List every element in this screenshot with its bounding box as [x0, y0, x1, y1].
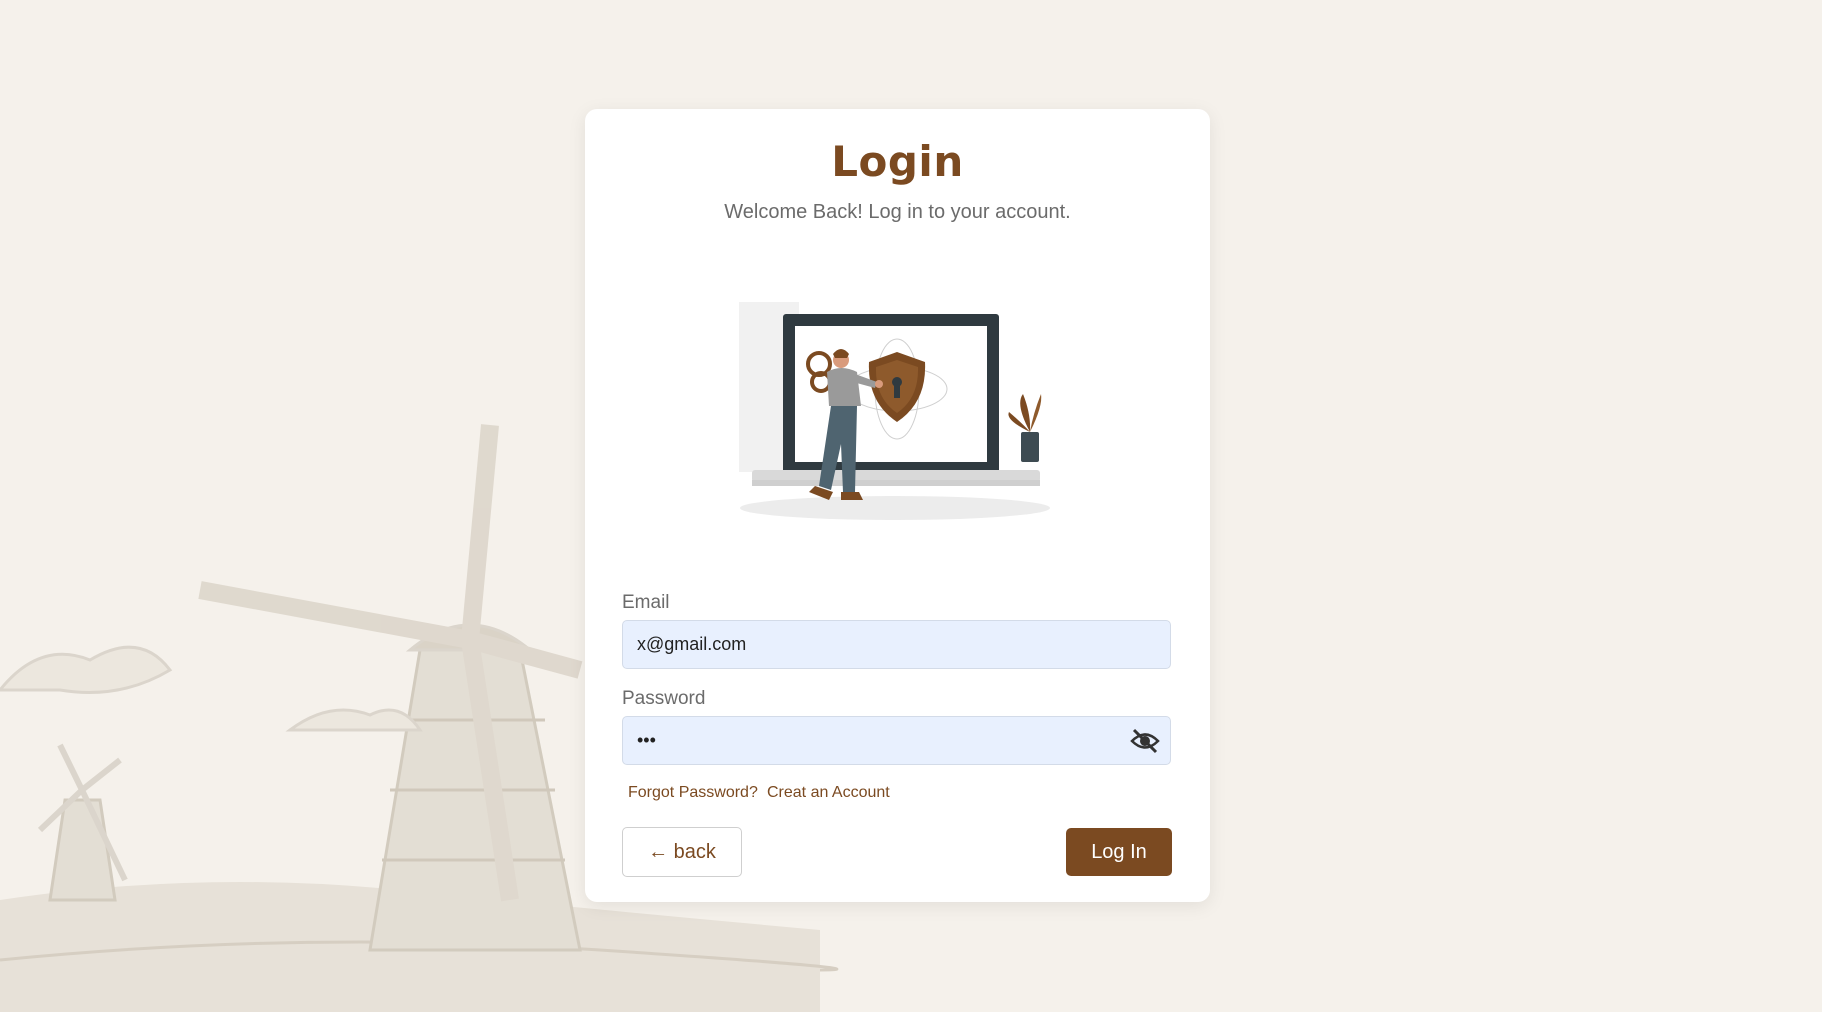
back-button[interactable]: ← back	[622, 827, 742, 877]
create-account-link[interactable]: Creat an Account	[767, 784, 890, 802]
page-subtitle: Welcome Back! Log in to your account.	[724, 201, 1071, 223]
email-value: x@gmail.com	[637, 634, 747, 654]
page-title: Login	[831, 137, 964, 186]
password-value: •••	[637, 730, 656, 750]
laptop-security-illustration	[739, 302, 1050, 520]
password-input[interactable]: •••	[622, 716, 1171, 765]
email-input[interactable]: x@gmail.com	[622, 620, 1171, 669]
login-button[interactable]: Log In	[1066, 828, 1172, 876]
forgot-password-link[interactable]: Forgot Password?	[628, 784, 758, 802]
login-card: Login Welcome Back! Log in to your accou…	[585, 109, 1210, 902]
eye-slash-icon[interactable]	[1130, 727, 1160, 755]
email-label: Email	[622, 592, 670, 613]
password-label: Password	[622, 688, 706, 709]
